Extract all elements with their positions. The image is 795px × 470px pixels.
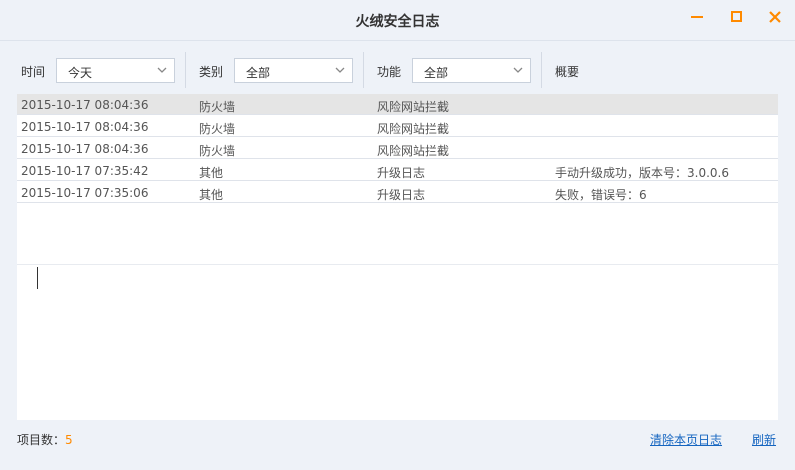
chevron-down-icon (513, 67, 523, 73)
minimize-button[interactable] (686, 6, 708, 28)
chevron-down-icon (157, 67, 167, 73)
title-divider (0, 40, 795, 41)
footer: 项目数：5 清除本页日志 刷新 (0, 428, 795, 450)
log-summary: 失败，错误号：6 (555, 188, 647, 202)
log-category: 防火墙 (199, 144, 236, 158)
filter-divider (363, 52, 364, 88)
log-time: 2015-10-17 08:04:36 (21, 142, 149, 156)
close-icon (769, 11, 781, 23)
maximize-button[interactable] (725, 6, 747, 28)
category-filter-value: 全部 (246, 66, 271, 80)
filter-divider (185, 52, 186, 88)
item-count-label: 项目数： (17, 433, 66, 447)
window-title: 火绒安全日志 (355, 14, 440, 30)
log-function: 风险网站拦截 (377, 100, 450, 114)
log-detail-area[interactable] (17, 264, 778, 420)
table-row[interactable]: 2015-10-17 07:35:42 其他 升级日志 手动升级成功，版本号：3… (17, 160, 778, 181)
function-filter-label: 功能 (377, 65, 402, 79)
table-row[interactable]: 2015-10-17 07:35:06 其他 升级日志 失败，错误号：6 (17, 182, 778, 203)
log-category: 其他 (199, 188, 224, 202)
filter-divider (541, 52, 542, 88)
category-filter-select[interactable]: 全部 (234, 58, 353, 83)
category-filter-label: 类别 (199, 65, 224, 79)
table-row[interactable]: 2015-10-17 08:04:36 防火墙 风险网站拦截 (17, 138, 778, 159)
item-count: 项目数：5 (17, 431, 73, 448)
item-count-value: 5 (65, 433, 73, 447)
log-time: 2015-10-17 08:04:36 (21, 120, 149, 134)
refresh-link[interactable]: 刷新 (752, 431, 776, 448)
title-bar: 火绒安全日志 (0, 0, 795, 40)
clear-page-log-link[interactable]: 清除本页日志 (650, 431, 722, 448)
table-row[interactable]: 2015-10-17 08:04:36 防火墙 风险网站拦截 (17, 94, 778, 115)
time-filter-select[interactable]: 今天 (56, 58, 175, 83)
log-table: 2015-10-17 08:04:36 防火墙 风险网站拦截 2015-10-1… (17, 94, 778, 264)
time-filter-value: 今天 (68, 66, 93, 80)
table-row[interactable]: 2015-10-17 08:04:36 防火墙 风险网站拦截 (17, 116, 778, 137)
log-category: 其他 (199, 166, 224, 180)
log-function: 风险网站拦截 (377, 122, 450, 136)
time-filter-label: 时间 (21, 65, 46, 79)
function-filter-value: 全部 (424, 66, 449, 80)
log-category: 防火墙 (199, 122, 236, 136)
function-filter-select[interactable]: 全部 (412, 58, 531, 83)
summary-column-label: 概要 (555, 65, 580, 79)
chevron-down-icon (335, 67, 345, 73)
log-time: 2015-10-17 07:35:42 (21, 164, 149, 178)
log-function: 升级日志 (377, 166, 426, 180)
filter-bar: 时间 今天 类别 全部 功能 全部 概要 (0, 52, 795, 88)
log-time: 2015-10-17 08:04:36 (21, 98, 149, 112)
log-summary: 手动升级成功，版本号：3.0.0.6 (555, 166, 729, 180)
text-caret (37, 267, 38, 289)
log-function: 风险网站拦截 (377, 144, 450, 158)
close-button[interactable] (764, 6, 786, 28)
log-time: 2015-10-17 07:35:06 (21, 186, 149, 200)
log-category: 防火墙 (199, 100, 236, 114)
log-function: 升级日志 (377, 188, 426, 202)
